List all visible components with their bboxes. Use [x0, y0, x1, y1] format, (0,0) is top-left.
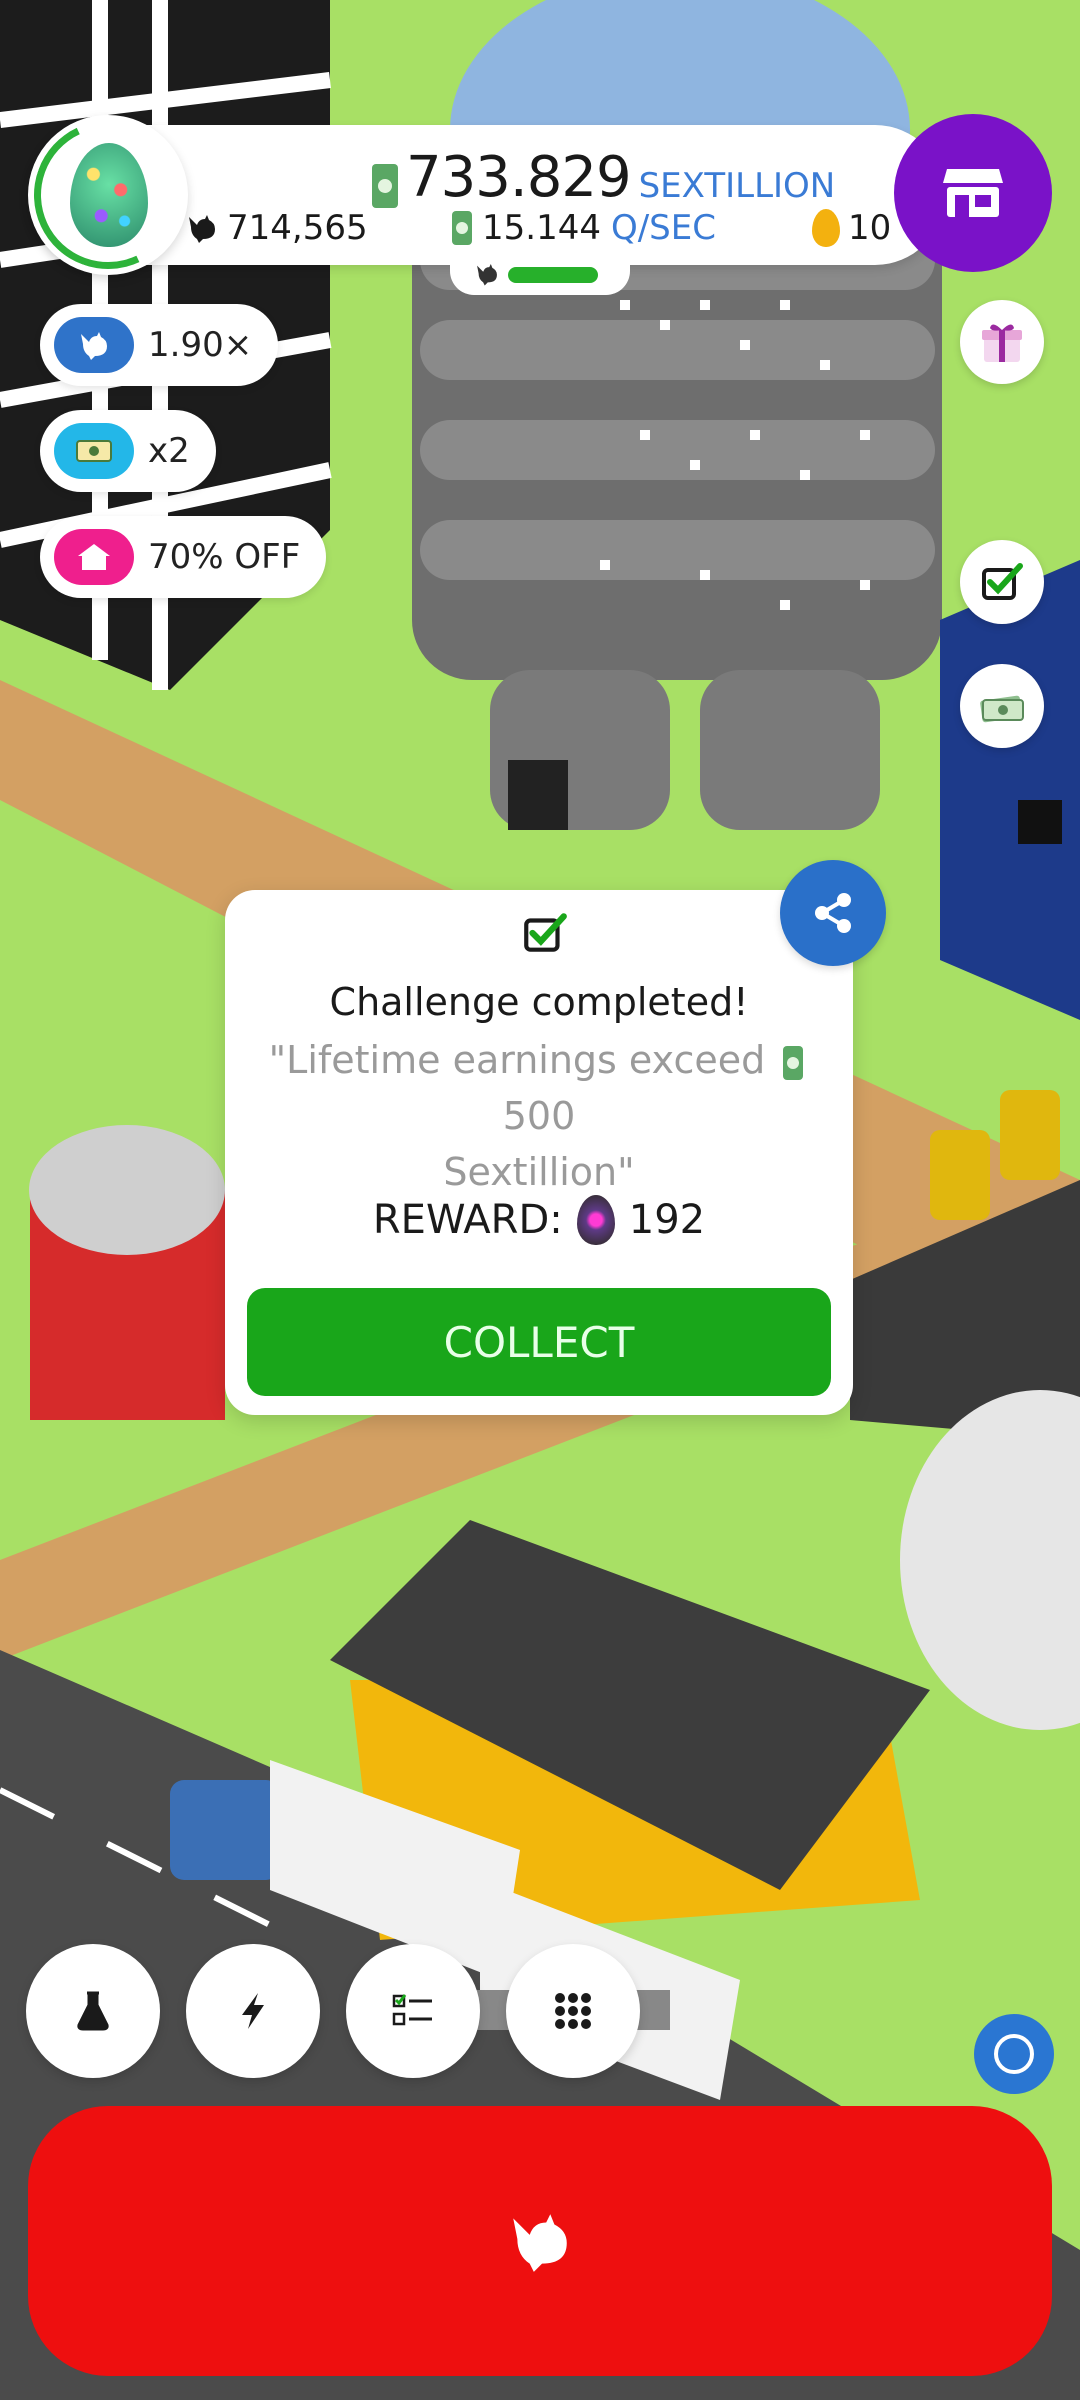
reward-label: REWARD: [372, 1197, 563, 1243]
chicken-count: 714,565 [185, 208, 368, 248]
boost-money-pill[interactable]: x2 [40, 410, 216, 492]
circle-icon [994, 2034, 1034, 2074]
menu-button[interactable] [506, 1944, 640, 2078]
missions-button[interactable] [346, 1944, 480, 2078]
cash-icon [372, 164, 398, 208]
chicken-small-icon [477, 264, 497, 286]
rate-unit: Q/SEC [610, 208, 716, 248]
overlay-bubble-button[interactable] [974, 2014, 1054, 2094]
money-boost-icon [54, 423, 134, 479]
house-icon [54, 529, 134, 585]
challenge-quote-end: Sextillion" [443, 1150, 635, 1194]
video-ad-money-button[interactable] [960, 664, 1044, 748]
shop-icon [943, 169, 1003, 217]
chicken-count-value: 714,565 [227, 208, 368, 248]
discount-pill[interactable]: 70% OFF [40, 516, 327, 598]
chicken-icon [513, 2214, 567, 2272]
hab-capacity-indicator [450, 255, 630, 295]
gift-button[interactable] [960, 300, 1044, 384]
challenge-quote-amount: 500 [502, 1094, 576, 1138]
money-value: 733.829 [406, 145, 632, 210]
challenges-button[interactable] [960, 540, 1044, 624]
gift-icon [982, 324, 1022, 362]
checkbox-check-icon [982, 563, 1023, 600]
chicken-icon [54, 317, 134, 373]
boost-earnings-pill[interactable]: 1.90× [40, 304, 279, 386]
missions-icon [392, 1994, 432, 2026]
cash-icon [783, 1045, 804, 1080]
boost-multiplier-label: 1.90× [148, 325, 253, 365]
boost-icon [242, 1993, 264, 2029]
challenge-quote-start: "Lifetime earnings exceed [268, 1038, 766, 1082]
money-unit: SEXTILLION [638, 166, 836, 206]
money-stack-icon [980, 695, 1024, 723]
chicken-silhouette-icon [189, 215, 215, 243]
golden-eggs-value: 10 [848, 208, 892, 248]
money-display: 733.829 SEXTILLION [372, 138, 835, 208]
hatch-chicken-button[interactable] [28, 2106, 1052, 2376]
reward-row: REWARD: 192 [225, 1195, 853, 1245]
earnings-rate: 15.144 Q/SEC [452, 208, 716, 248]
hab-capacity-bar [508, 267, 598, 283]
challenge-completed-dialog: Challenge completed! "Lifetime earnings … [225, 890, 853, 1415]
checkbox-check-icon [524, 913, 567, 952]
challenge-description: "Lifetime earnings exceed 500 Sextillion… [265, 1032, 813, 1200]
current-egg-button[interactable] [13, 100, 203, 290]
money-boost-label: x2 [148, 431, 190, 471]
research-icon [77, 1991, 109, 2031]
boost-button[interactable] [186, 1944, 320, 2078]
share-button[interactable] [780, 860, 886, 966]
menu-grid-icon [555, 1993, 591, 2029]
collect-button[interactable]: COLLECT [247, 1288, 831, 1396]
share-icon [815, 893, 851, 933]
research-button[interactable] [26, 1944, 160, 2078]
shop-button[interactable] [894, 114, 1052, 272]
dialog-title: Challenge completed! [329, 980, 749, 1024]
golden-egg-icon [812, 209, 840, 247]
reward-value: 192 [628, 1197, 706, 1243]
cash-icon [452, 211, 472, 245]
discount-label: 70% OFF [148, 537, 301, 577]
prophecy-egg-icon [576, 1195, 615, 1245]
golden-eggs[interactable]: 10 [812, 208, 891, 248]
rate-value: 15.144 [482, 208, 601, 248]
